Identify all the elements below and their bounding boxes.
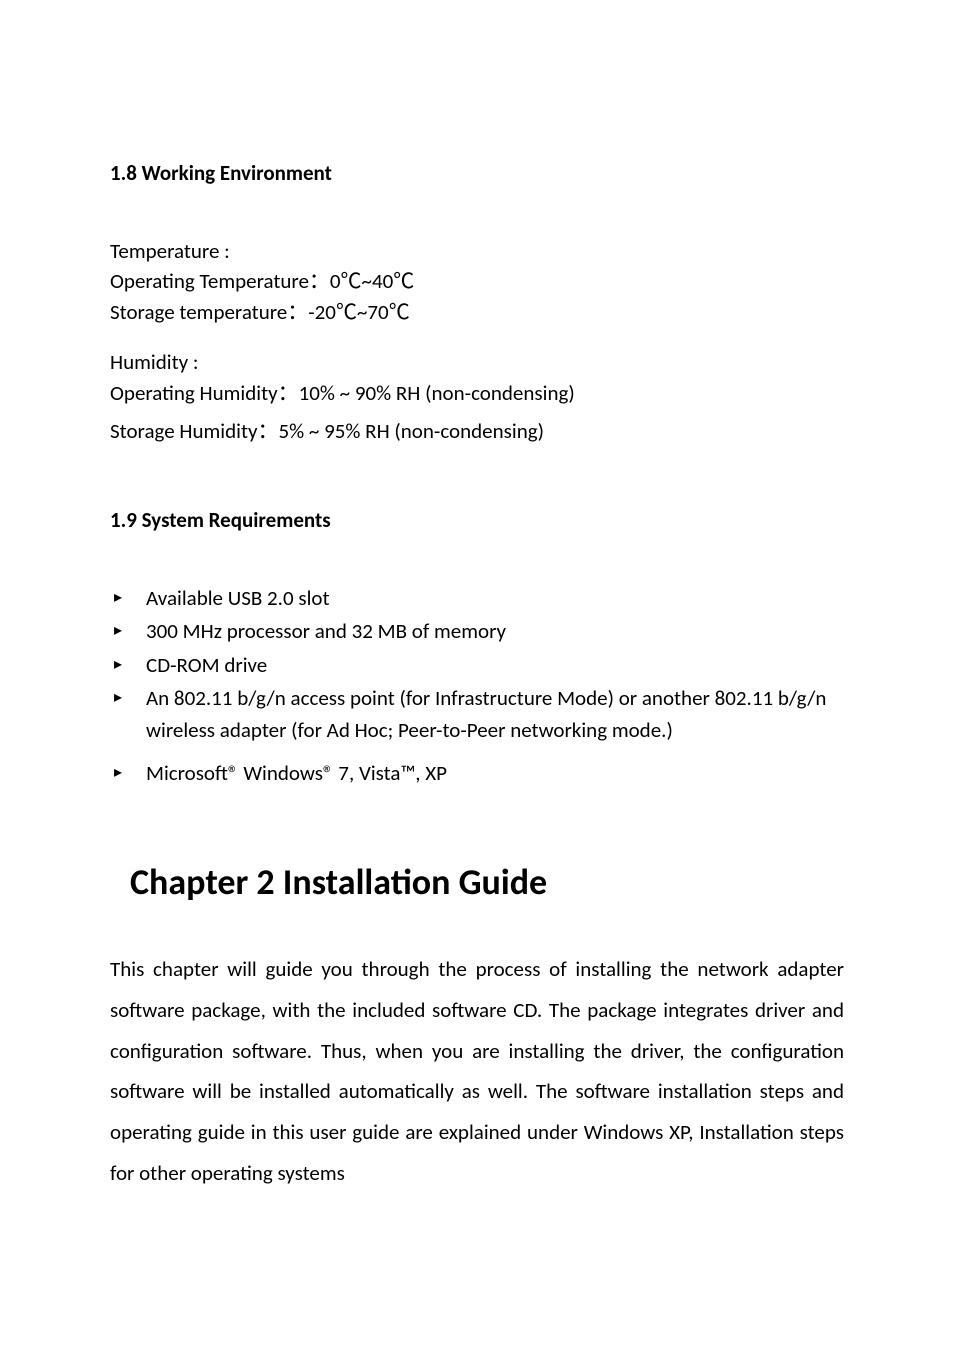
list-item: An 802.11 b/g/n access point (for Infras… (136, 683, 844, 746)
list-item: Microsoft® Windows® 7, Vista™, XP (136, 758, 844, 790)
operating-temperature: Operating Temperature：0℃~40℃ (110, 266, 844, 296)
list-item: 300 MHz processor and 32 MB of memory (136, 616, 844, 648)
list-item: Available USB 2.0 slot (136, 583, 844, 615)
section-working-environment: 1.8 Working Environment Temperature : Op… (110, 160, 844, 447)
temperature-block: Temperature : Operating Temperature：0℃~4… (110, 236, 844, 327)
humidity-label: Humidity : (110, 347, 844, 377)
storage-temperature: Storage temperature：-20℃~70℃ (110, 297, 844, 327)
heading-1-8: 1.8 Working Environment (110, 160, 844, 186)
system-requirements-list: Available USB 2.0 slot 300 MHz processor… (110, 583, 844, 790)
chapter-2: Chapter 2 Installation Guide This chapte… (110, 860, 844, 1195)
list-item: CD-ROM drive (136, 650, 844, 682)
temperature-label: Temperature : (110, 236, 844, 266)
storage-humidity: Storage Humidity：5% ~ 95% RH (non-conden… (110, 416, 844, 446)
humidity-block: Humidity : Operating Humidity：10% ~ 90% … (110, 347, 844, 446)
chapter-2-paragraph: This chapter will guide you through the … (110, 949, 844, 1195)
operating-humidity: Operating Humidity：10% ~ 90% RH (non-con… (110, 378, 844, 408)
heading-1-9: 1.9 System Requirements (110, 507, 844, 533)
section-system-requirements: 1.9 System Requirements Available USB 2.… (110, 507, 844, 790)
chapter-2-title: Chapter 2 Installation Guide (130, 860, 844, 904)
